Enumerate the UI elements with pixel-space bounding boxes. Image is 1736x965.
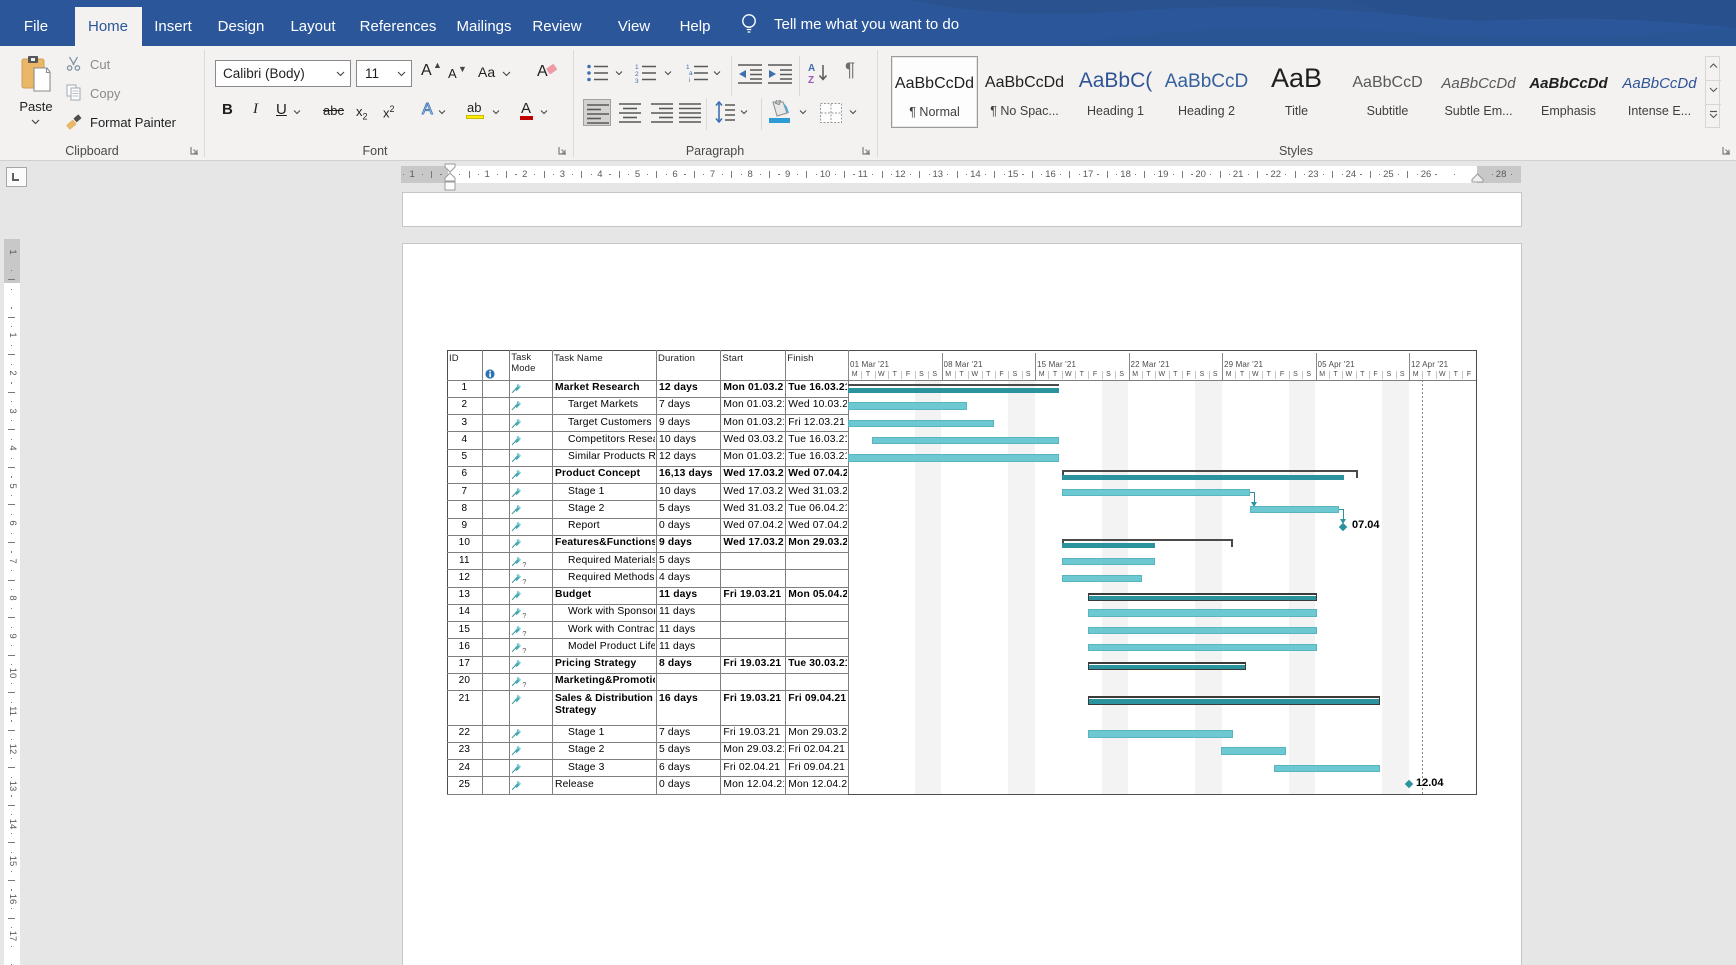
svg-text:3: 3 (635, 78, 639, 84)
svg-text:i: i (689, 77, 690, 84)
svg-text:1: 1 (635, 64, 639, 71)
svg-text:a: a (689, 70, 693, 77)
svg-text:2: 2 (635, 71, 639, 78)
svg-text:Z: Z (808, 75, 814, 85)
svg-text:A: A (808, 63, 815, 74)
